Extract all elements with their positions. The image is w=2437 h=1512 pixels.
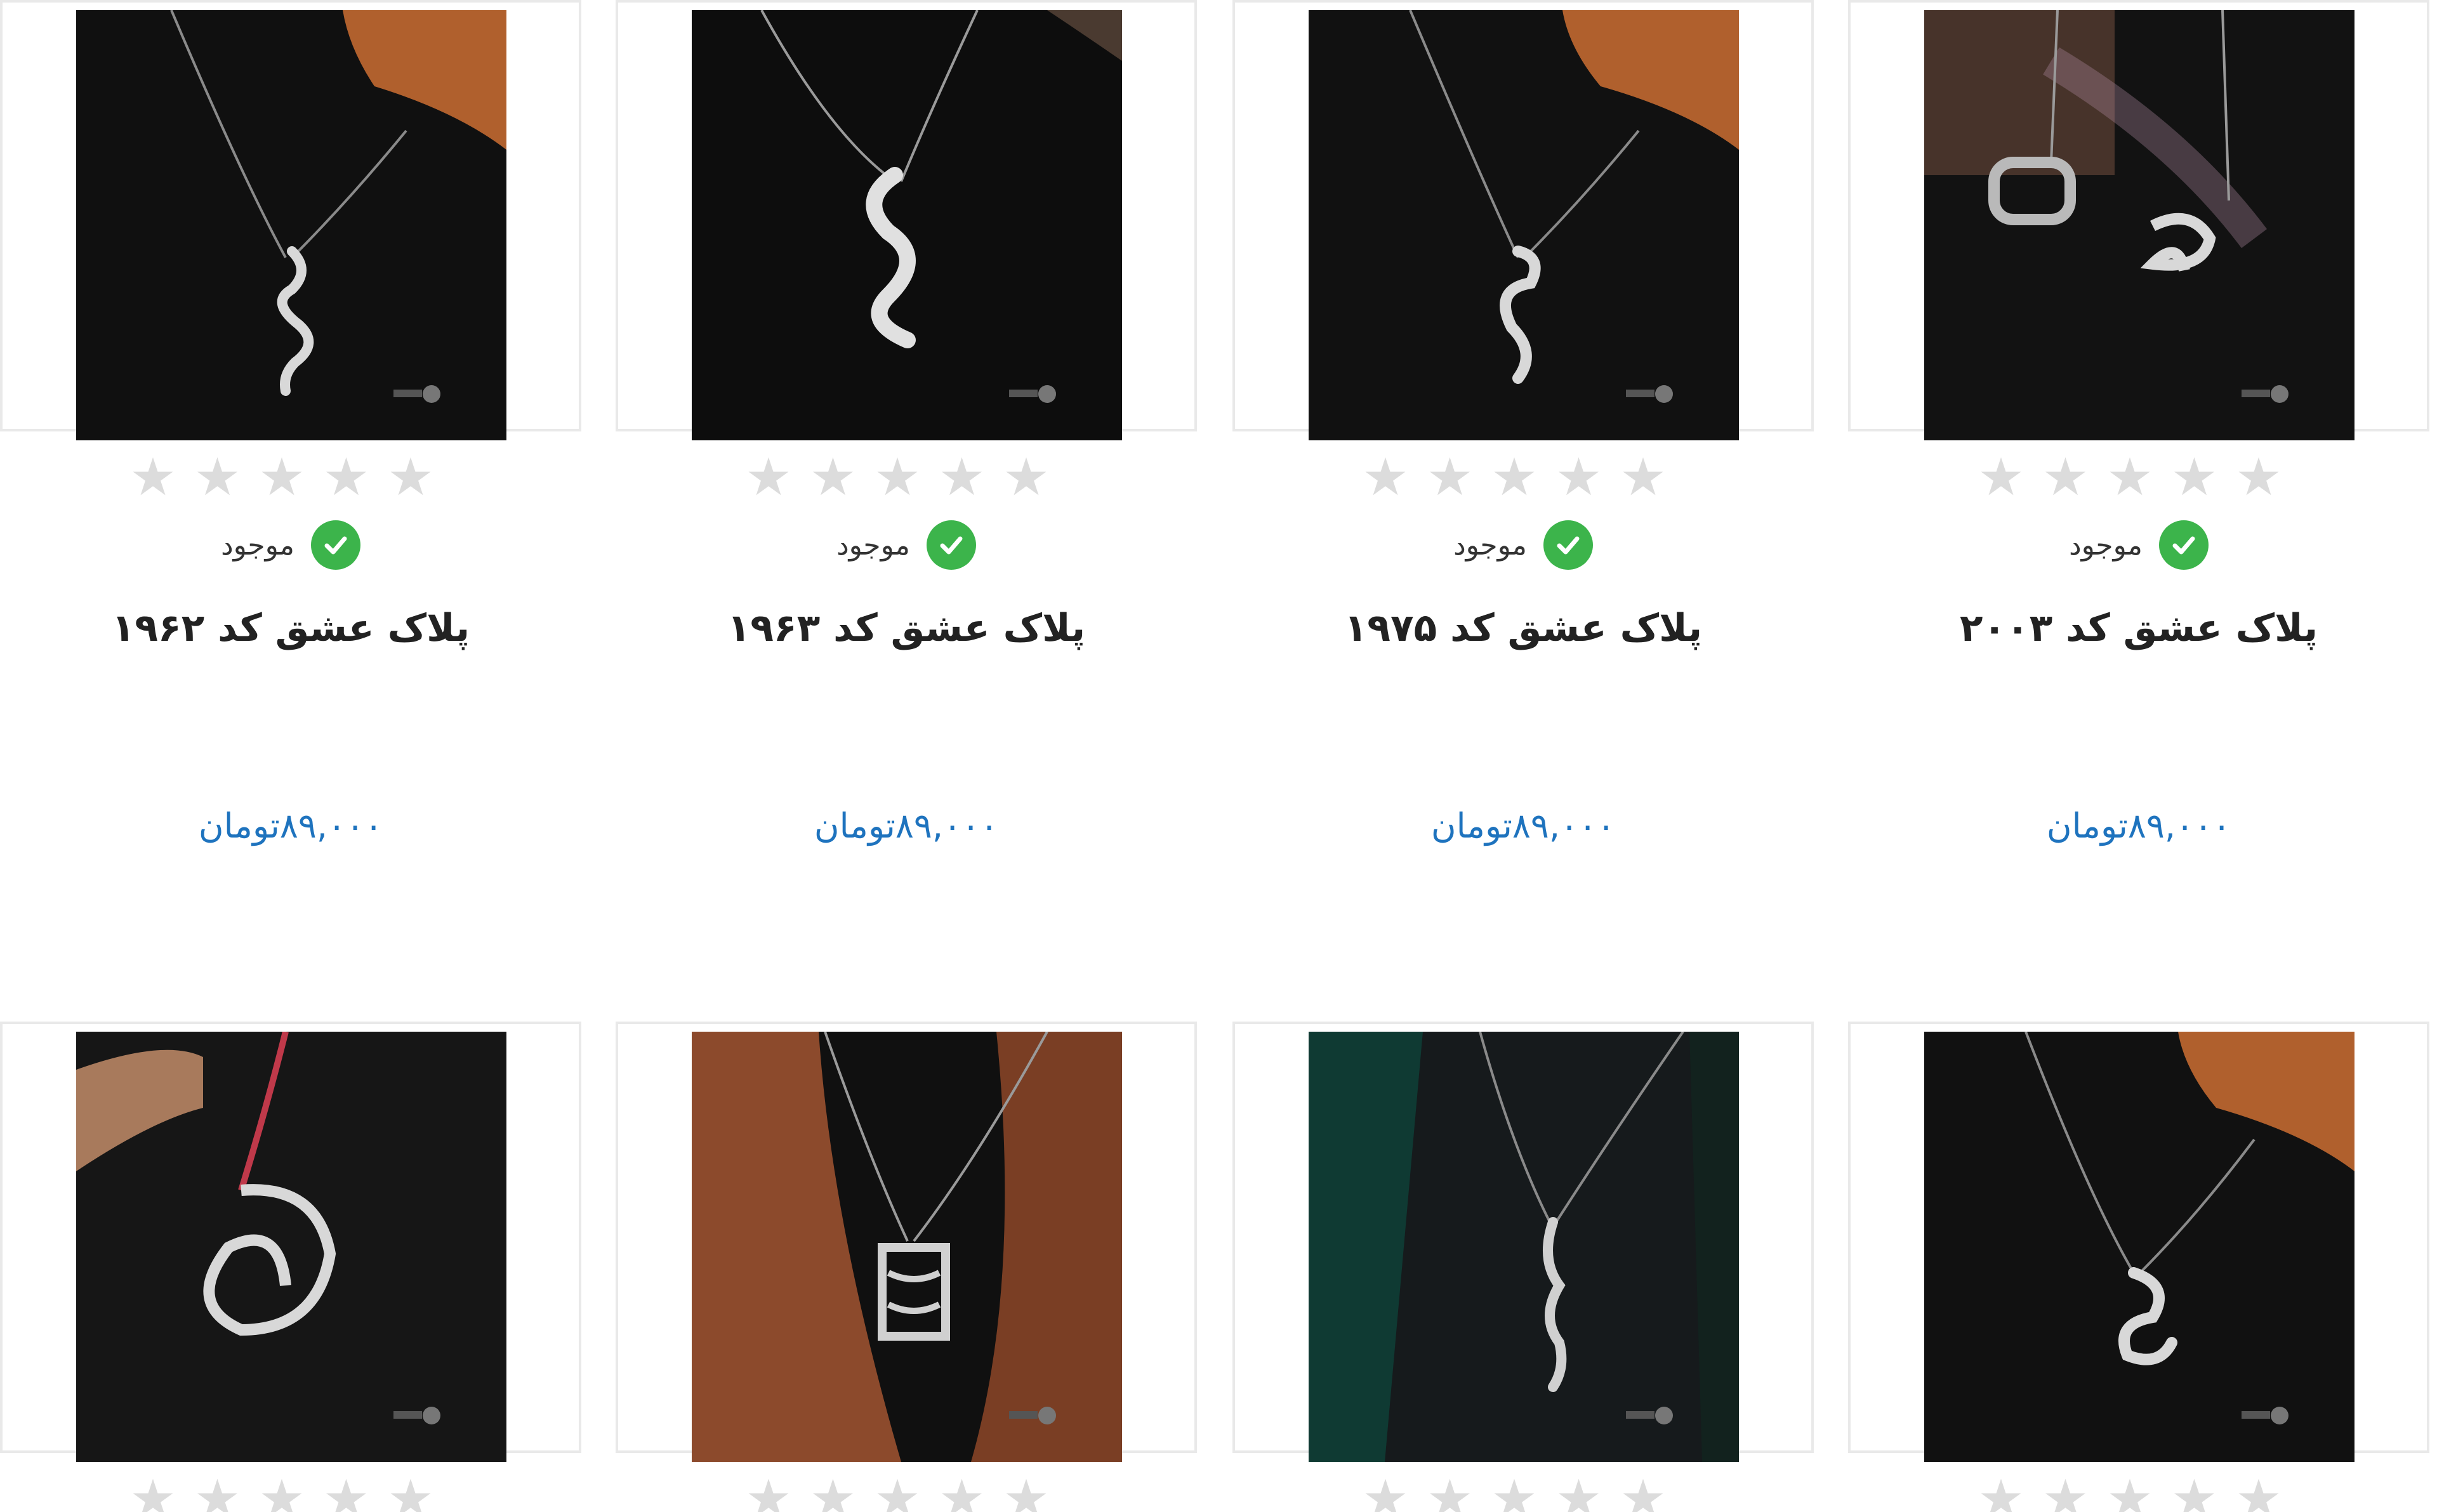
rating-stars: ★★★★★	[129, 447, 452, 508]
check-circle-icon	[2158, 520, 2209, 570]
product-image-frame[interactable]	[1848, 1022, 2429, 1462]
rating-stars: ★★★★★	[1362, 447, 1684, 508]
necklace-image	[692, 10, 1122, 440]
rating-stars: ★★★★★	[1978, 447, 2300, 508]
stock-label: موجود	[2069, 529, 2143, 562]
stock-label: موجود	[221, 529, 294, 562]
product-title[interactable]: پلاک عشق کد ۱۹۷۵	[1232, 606, 1814, 650]
product-image-frame[interactable]	[0, 0, 581, 440]
product-image-frame[interactable]	[616, 1022, 1197, 1462]
stock-status: موجود	[1232, 520, 1814, 570]
check-circle-icon	[310, 520, 360, 570]
product-photo[interactable]	[76, 10, 506, 440]
product-image-frame[interactable]	[616, 0, 1197, 440]
stock-status: موجود	[1848, 520, 2429, 570]
stock-label: موجود	[1453, 529, 1527, 562]
check-circle-icon	[926, 520, 976, 570]
necklace-image	[76, 1032, 506, 1462]
product-title[interactable]: پلاک عشق کد ۱۹۶۲	[0, 606, 581, 650]
stock-label: موجود	[836, 529, 910, 562]
necklace-image	[692, 1032, 1122, 1462]
product-photo[interactable]	[1309, 10, 1739, 440]
product-grid-page: ★★★★★ موجود پلاک عشق کد ۱۹۶۲ ۸۹,۰۰۰تومان	[0, 0, 2437, 1512]
check-circle-icon	[1543, 520, 1593, 570]
stock-status: موجود	[616, 520, 1197, 570]
product-title[interactable]: پلاک عشق کد ۲۰۰۳	[1848, 606, 2429, 650]
necklace-image	[1924, 10, 2354, 440]
product-title[interactable]: پلاک عشق کد ۱۹۶۳	[616, 606, 1197, 650]
product-photo[interactable]	[1924, 10, 2354, 440]
rating-stars: ★★★★★	[1362, 1469, 1684, 1512]
necklace-image	[76, 10, 506, 440]
necklace-image	[1924, 1032, 2354, 1462]
rating-stars: ★★★★★	[1978, 1469, 2300, 1512]
product-photo[interactable]	[1309, 1032, 1739, 1462]
product-photo[interactable]	[692, 1032, 1122, 1462]
rating-stars: ★★★★★	[129, 1469, 452, 1512]
product-price: ۸۹,۰۰۰تومان	[2046, 806, 2231, 846]
necklace-image	[1309, 1032, 1739, 1462]
necklace-image	[1309, 10, 1739, 440]
product-image-frame[interactable]	[0, 1022, 581, 1462]
product-price: ۸۹,۰۰۰تومان	[198, 806, 383, 846]
product-image-frame[interactable]	[1232, 0, 1814, 440]
product-image-frame[interactable]	[1848, 0, 2429, 440]
product-photo[interactable]	[76, 1032, 506, 1462]
stock-status: موجود	[0, 520, 581, 570]
product-price: ۸۹,۰۰۰تومان	[1430, 806, 1616, 846]
product-image-frame[interactable]	[1232, 1022, 1814, 1462]
product-photo[interactable]	[692, 10, 1122, 440]
rating-stars: ★★★★★	[745, 447, 1067, 508]
product-photo[interactable]	[1924, 1032, 2354, 1462]
rating-stars: ★★★★★	[745, 1469, 1067, 1512]
product-price: ۸۹,۰۰۰تومان	[814, 806, 999, 846]
